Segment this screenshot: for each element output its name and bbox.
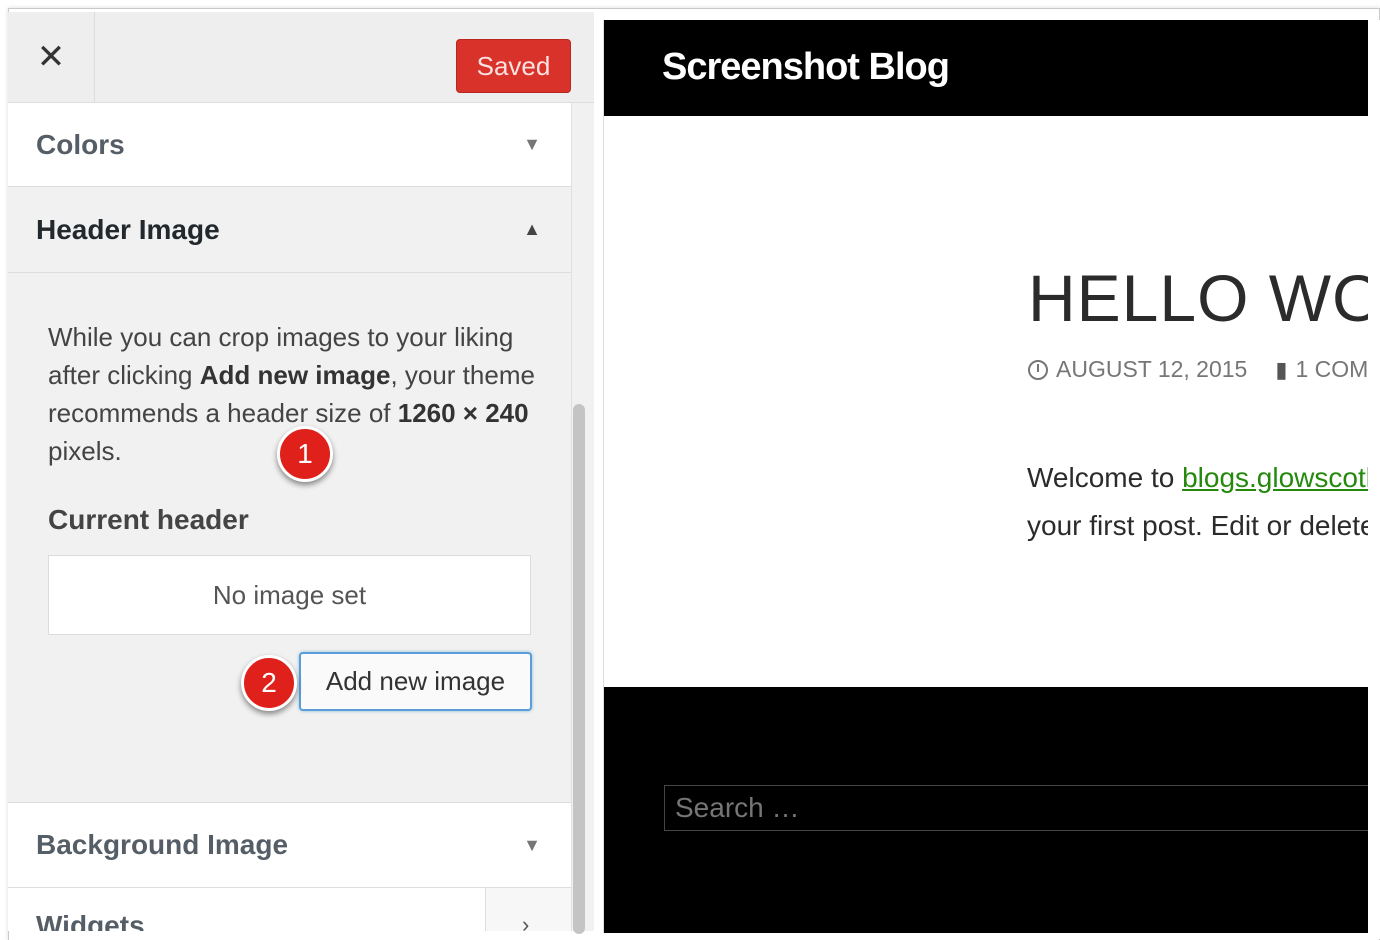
post-date[interactable]: AUGUST 12, 2015 [1056, 356, 1247, 383]
clock-icon [1028, 359, 1048, 380]
post-comments[interactable]: 1 COMMENT [1295, 356, 1369, 383]
desc-bold-add: Add new image [199, 360, 391, 390]
post-content: Welcome to blogs.glowscotland.org.uk you… [1027, 454, 1369, 550]
post-body-line-2: your first post. Edit or delete it, then… [1027, 510, 1369, 541]
saved-button[interactable]: Saved [456, 39, 571, 93]
site-header: Screenshot Blog [604, 20, 1369, 116]
section-background-image[interactable]: Background Image ▼ [8, 802, 571, 888]
section-widgets-label: Widgets [36, 910, 145, 931]
chevron-down-icon: ▼ [523, 834, 541, 855]
chevron-down-icon: ▼ [523, 134, 541, 154]
section-colors-label: Colors [36, 128, 125, 160]
close-icon[interactable]: ✕ [8, 12, 95, 102]
site-title[interactable]: Screenshot Blog [662, 46, 950, 89]
annotation-badge-1: 1 [277, 426, 333, 482]
add-new-image-button[interactable]: Add new image [299, 652, 532, 711]
chevron-right-icon: › [522, 912, 530, 931]
post-title[interactable]: HELLO WORLD! [1028, 260, 1369, 336]
search-input[interactable] [664, 785, 1369, 831]
site-footer [604, 687, 1369, 933]
current-header-label: Current header [48, 504, 249, 535]
header-image-panel: While you can crop images to your liking… [8, 274, 571, 802]
chevron-up-icon: ▲ [523, 219, 541, 239]
annotation-badge-2: 2 [241, 655, 297, 711]
section-header-image[interactable]: Header Image ▲ [8, 187, 571, 273]
sidebar-scrollbar-thumb[interactable] [573, 404, 585, 934]
customizer-topbar: ✕ Saved [8, 12, 594, 103]
widgets-expand[interactable]: › [485, 888, 572, 931]
site-preview: Screenshot Blog HELLO WORLD! AUGUST 12, … [603, 20, 1369, 933]
post-body-line-1: Welcome to blogs.glowscotland.org.uk [1027, 454, 1369, 502]
post-link[interactable]: blogs.glowscotland.org.uk [1182, 462, 1369, 493]
post-text: Welcome to [1027, 462, 1183, 493]
post-meta: AUGUST 12, 2015 ▮ 1 COMMENT [1028, 356, 1369, 383]
desc-bold-size: 1260 × 240 [397, 398, 529, 428]
no-image-placeholder: No image set [48, 555, 531, 635]
section-header-image-label: Header Image [36, 213, 220, 245]
comment-icon: ▮ [1275, 356, 1288, 382]
section-background-image-label: Background Image [36, 829, 289, 860]
section-colors[interactable]: Colors ▼ [8, 103, 571, 187]
window-edge [1368, 20, 1380, 939]
desc-text: pixels. [48, 436, 122, 466]
